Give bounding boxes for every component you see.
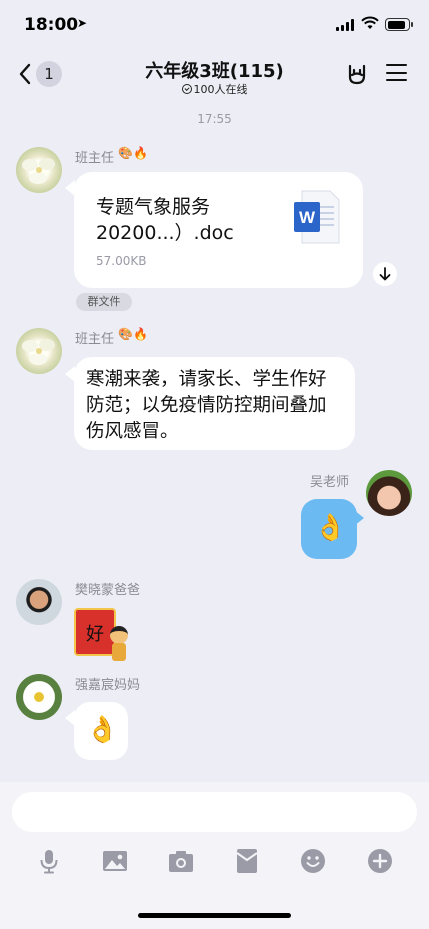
- online-count: 100人在线: [193, 83, 248, 96]
- online-check-icon: [181, 84, 192, 94]
- svg-text:W: W: [299, 208, 316, 227]
- avatar[interactable]: [366, 470, 412, 516]
- ok-hand-sticker: 👌: [86, 715, 119, 745]
- sender-name: 班主任: [75, 151, 115, 166]
- message-timestamp: 17:55: [197, 112, 232, 126]
- flower-icon: [22, 158, 55, 184]
- ok-hand-sticker: 👌: [314, 513, 347, 543]
- plus-icon[interactable]: [366, 847, 394, 875]
- cartoon-face-icon: [110, 626, 128, 644]
- avatar[interactable]: [16, 579, 62, 625]
- wifi-icon: [361, 16, 379, 29]
- avatar[interactable]: [16, 147, 62, 193]
- word-doc-icon: W: [294, 190, 340, 244]
- sticker-message-bubble[interactable]: 👌: [301, 499, 357, 559]
- menu-button[interactable]: [386, 64, 407, 82]
- microphone-icon[interactable]: [35, 847, 63, 875]
- group-file-tag[interactable]: 群文件: [76, 293, 132, 311]
- file-name-line: 20200...）.doc: [96, 222, 234, 244]
- image-icon[interactable]: [101, 847, 129, 875]
- download-button[interactable]: [373, 262, 397, 286]
- message-text: 寒潮来袭，请家长、学生作好 防范；以免疫情防控期间叠加 伤风感冒。: [86, 367, 356, 445]
- input-area: [0, 782, 429, 929]
- arrow-down-icon: [379, 267, 391, 281]
- avatar[interactable]: [16, 328, 62, 374]
- sender-name: 吴老师: [310, 475, 350, 490]
- home-indicator[interactable]: [138, 913, 291, 918]
- sender-name: 班主任: [75, 332, 115, 347]
- member-badges: 🎨🔥: [118, 146, 148, 160]
- rock-hand-icon[interactable]: [345, 62, 369, 86]
- file-message-bubble[interactable]: 专题气象服务 20200...）.doc W 57.00KB: [74, 172, 363, 288]
- message-input[interactable]: [12, 792, 417, 832]
- nav-bar: 1 六年级3班(115) 100人在线: [0, 48, 429, 100]
- red-packet-icon[interactable]: [233, 847, 261, 875]
- avatar[interactable]: [16, 674, 62, 720]
- good-sticker[interactable]: 好: [74, 606, 130, 664]
- sticker-message-bubble[interactable]: 👌: [74, 702, 128, 760]
- sender-name: 强嘉宸妈妈: [75, 678, 141, 693]
- flower-icon: [22, 339, 55, 365]
- file-name-line: 专题气象服务: [96, 196, 211, 218]
- status-bar: 18:00 ➤: [0, 0, 429, 48]
- status-time: 18:00: [24, 15, 79, 35]
- message-line: 防范；以免疫情防控期间叠加: [86, 395, 327, 416]
- signal-icon: [336, 19, 356, 31]
- file-name: 专题气象服务 20200...）.doc: [96, 194, 286, 246]
- member-badges: 🎨🔥: [118, 327, 148, 341]
- message-line: 寒潮来袭，请家长、学生作好: [86, 369, 327, 390]
- emoji-icon[interactable]: [299, 847, 327, 875]
- location-icon: ➤: [77, 16, 88, 30]
- message-line: 伤风感冒。: [86, 421, 179, 442]
- sender-name: 樊晓蒙爸爸: [75, 583, 141, 598]
- battery-icon: [385, 18, 413, 31]
- cartoon-body-icon: [112, 643, 126, 661]
- text-message-bubble[interactable]: 寒潮来袭，请家长、学生作好 防范；以免疫情防控期间叠加 伤风感冒。: [74, 357, 355, 450]
- file-size: 57.00KB: [96, 254, 147, 268]
- camera-icon[interactable]: [167, 847, 195, 875]
